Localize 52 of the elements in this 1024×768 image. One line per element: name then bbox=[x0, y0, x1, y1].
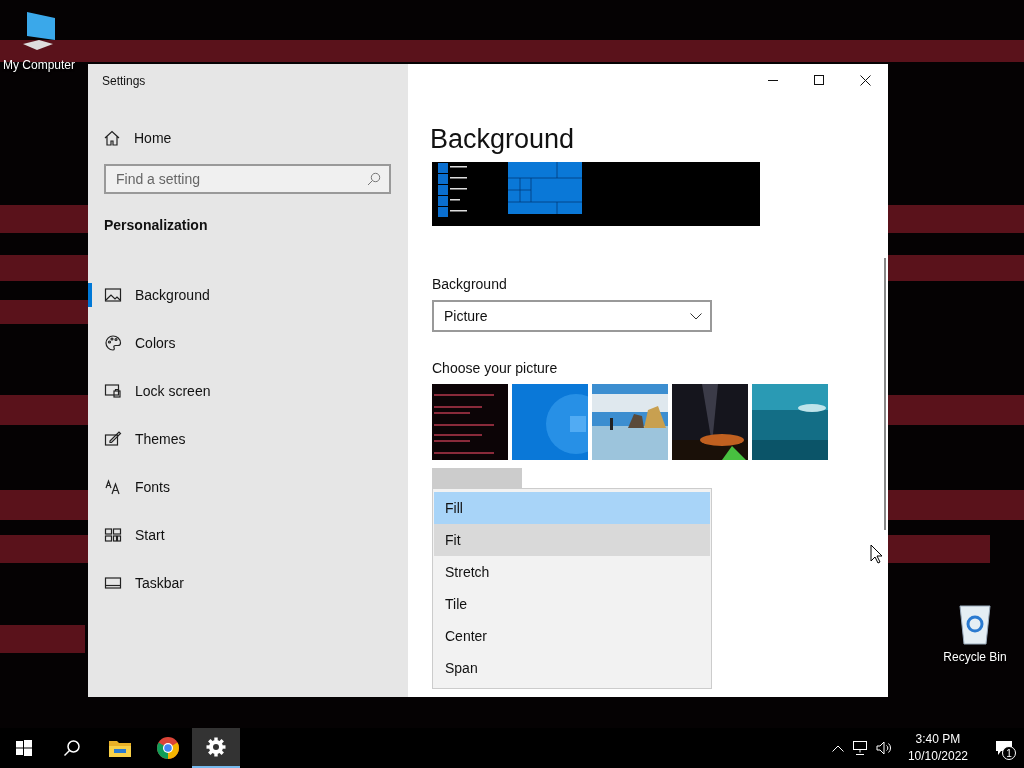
themes-icon bbox=[104, 430, 122, 448]
taskbar-icon bbox=[104, 574, 122, 592]
search-field[interactable]: Find a setting bbox=[104, 164, 391, 194]
scrollbar[interactable] bbox=[884, 258, 886, 530]
section-heading: Personalization bbox=[104, 217, 209, 233]
field-label: Background bbox=[432, 276, 508, 292]
network-icon[interactable] bbox=[851, 741, 868, 755]
nav-item[interactable]: Background bbox=[88, 271, 408, 319]
nav-item[interactable]: Colors bbox=[88, 319, 408, 367]
volume-icon[interactable] bbox=[875, 741, 892, 755]
menu-option[interactable]: Fit bbox=[434, 524, 710, 556]
menu-option[interactable]: Center bbox=[434, 620, 710, 652]
menu-option[interactable]: Stretch bbox=[434, 556, 710, 588]
nav-item[interactable]: Start bbox=[88, 511, 408, 559]
close-icon bbox=[859, 74, 871, 86]
picture-icon bbox=[104, 286, 122, 304]
clock-date[interactable]: 10/10/2022 bbox=[907, 748, 968, 765]
background-dropdown[interactable]: Picture bbox=[432, 300, 712, 332]
notification-badge: 1 bbox=[1002, 746, 1016, 760]
menu-option[interactable]: Fill bbox=[434, 492, 710, 524]
lock-icon bbox=[104, 382, 122, 400]
home-link[interactable]: Home bbox=[134, 130, 172, 146]
recycle-bin-icon bbox=[957, 602, 993, 646]
search-icon bbox=[63, 739, 81, 757]
fonts-icon bbox=[104, 478, 122, 496]
maximize-icon bbox=[814, 75, 824, 85]
nav-item[interactable]: Taskbar bbox=[88, 559, 408, 607]
cursor-icon bbox=[870, 544, 883, 564]
desktop-icon-label[interactable]: Recycle Bin bbox=[943, 650, 1007, 664]
search-icon bbox=[367, 172, 381, 186]
menu-option[interactable]: Span bbox=[434, 652, 710, 684]
chrome-icon bbox=[156, 736, 180, 760]
folder-icon bbox=[108, 738, 132, 758]
menu-option[interactable]: Tile bbox=[434, 588, 710, 620]
desktop-icon-label[interactable]: My Computer bbox=[3, 58, 75, 72]
window-title: Settings bbox=[101, 73, 147, 90]
clock-time[interactable]: 3:40 PM bbox=[915, 731, 961, 748]
minimize-icon bbox=[768, 79, 778, 81]
chevron-down-icon bbox=[690, 312, 702, 320]
windows-icon bbox=[16, 740, 32, 756]
start-icon bbox=[104, 526, 122, 544]
palette-icon bbox=[104, 334, 122, 352]
nav-item[interactable]: Fonts bbox=[88, 463, 408, 511]
page-title: Background bbox=[430, 123, 576, 156]
taskbar-button[interactable] bbox=[192, 728, 240, 768]
chevron-up-icon[interactable] bbox=[831, 744, 844, 752]
nav-item[interactable]: Lock screen bbox=[88, 367, 408, 415]
notifications-button[interactable]: 1 bbox=[984, 728, 1024, 768]
home-icon bbox=[104, 130, 120, 146]
field-label: Choose your picture bbox=[432, 360, 559, 376]
settings-icon bbox=[206, 737, 226, 757]
nav-item[interactable]: Themes bbox=[88, 415, 408, 463]
